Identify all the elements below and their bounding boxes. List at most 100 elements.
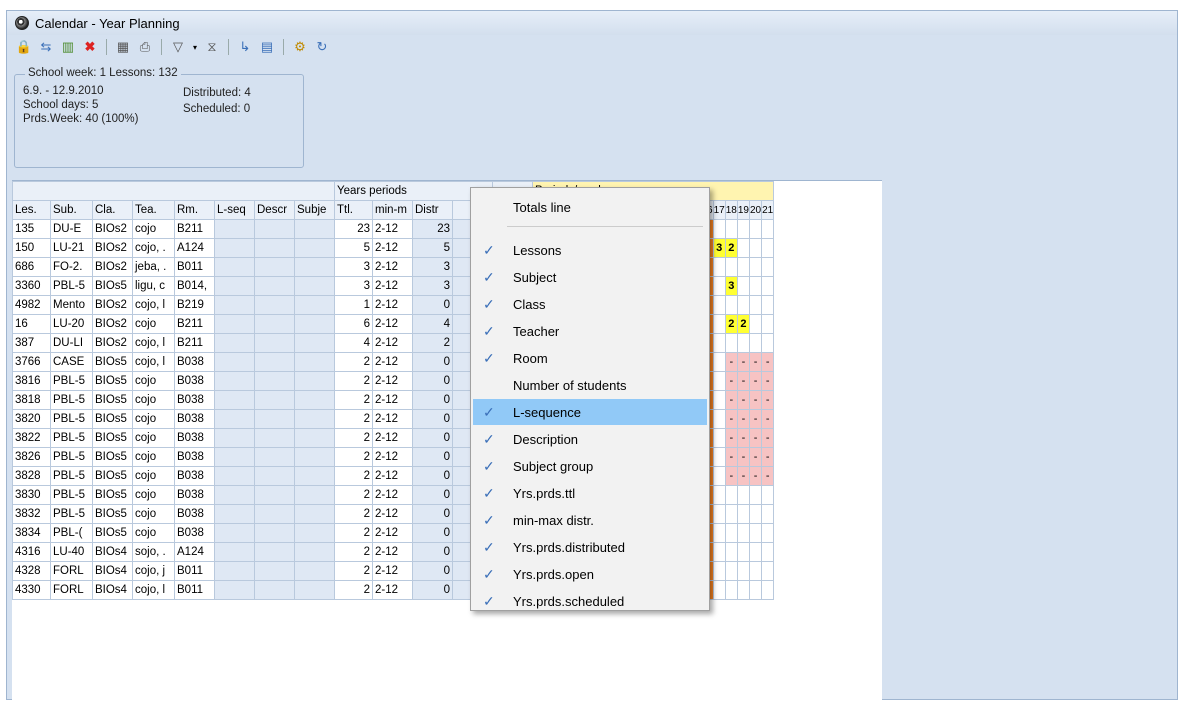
cell-distr[interactable]: 2 <box>412 333 453 353</box>
delete-icon[interactable]: ✖ <box>81 38 99 56</box>
cell-cla[interactable]: BIOs2 <box>92 219 133 239</box>
cell-mm[interactable]: 2-12 <box>372 466 413 486</box>
cell-cla[interactable]: BIOs5 <box>92 504 133 524</box>
cell-cla[interactable]: BIOs2 <box>92 333 133 353</box>
cell-mm[interactable]: 2-12 <box>372 390 413 410</box>
cell-les[interactable]: 4316 <box>12 542 51 562</box>
period-cell-blocked[interactable]: - <box>724 352 738 372</box>
cell-ttl[interactable]: 2 <box>334 580 373 600</box>
cell-mm[interactable]: 2-12 <box>372 333 413 353</box>
cell-les[interactable]: 387 <box>12 333 51 353</box>
cell-tea[interactable]: cojo, l <box>132 580 175 600</box>
period-cell[interactable] <box>724 295 738 315</box>
cell-rm[interactable]: B038 <box>174 523 215 543</box>
period-cell-blocked[interactable]: - <box>748 447 763 467</box>
cell-rm[interactable]: B038 <box>174 447 215 467</box>
report-icon[interactable]: ▤ <box>258 38 276 56</box>
cell-les[interactable]: 3820 <box>12 409 51 429</box>
cell-tea[interactable]: ligu, c <box>132 276 175 296</box>
period-cell-blocked[interactable]: - <box>761 371 775 391</box>
period-cell[interactable] <box>748 523 763 543</box>
cell-empty[interactable] <box>254 390 295 410</box>
period-cell[interactable] <box>712 485 726 505</box>
cell-distr[interactable]: 0 <box>412 542 453 562</box>
period-cell[interactable] <box>761 561 775 581</box>
cell-les[interactable]: 4330 <box>12 580 51 600</box>
period-cell[interactable] <box>712 352 726 372</box>
cell-ttl[interactable]: 2 <box>334 504 373 524</box>
period-cell[interactable] <box>761 295 775 315</box>
cell-empty[interactable] <box>214 485 255 505</box>
period-cell-count[interactable]: 3 <box>724 276 738 296</box>
period-cell-blocked[interactable]: - <box>736 371 751 391</box>
cell-cla[interactable]: BIOs4 <box>92 561 133 581</box>
cell-sub[interactable]: PBL-5 <box>50 504 93 524</box>
period-cell[interactable] <box>736 276 751 296</box>
column-header-lessons[interactable]: Les. <box>12 200 51 220</box>
period-cell[interactable] <box>748 333 763 353</box>
period-cell-blocked[interactable]: - <box>736 466 751 486</box>
cell-sub[interactable]: PBL-5 <box>50 276 93 296</box>
cell-empty[interactable] <box>214 352 255 372</box>
cell-empty[interactable] <box>294 561 335 581</box>
cell-sub[interactable]: PBL-5 <box>50 409 93 429</box>
period-cell-blocked[interactable]: - <box>761 409 775 429</box>
period-cell[interactable] <box>736 333 751 353</box>
cell-les[interactable]: 3360 <box>12 276 51 296</box>
cell-empty[interactable] <box>294 219 335 239</box>
cell-tea[interactable]: cojo, j <box>132 561 175 581</box>
menu-item-teacher[interactable]: ✓ Teacher <box>473 318 707 344</box>
menu-item-lessons[interactable]: ✓ Lessons <box>473 237 707 263</box>
cell-rm[interactable]: B038 <box>174 352 215 372</box>
period-cell[interactable] <box>761 276 775 296</box>
cell-sub[interactable]: DU-LI <box>50 333 93 353</box>
cell-empty[interactable] <box>254 580 295 600</box>
cell-les[interactable]: 135 <box>12 219 51 239</box>
cell-empty[interactable] <box>254 371 295 391</box>
column-header-description[interactable]: Descr <box>254 200 295 220</box>
period-cell[interactable] <box>712 295 726 315</box>
cell-cla[interactable]: BIOs2 <box>92 295 133 315</box>
cell-rm[interactable]: B014, <box>174 276 215 296</box>
cell-les[interactable]: 3822 <box>12 428 51 448</box>
cell-empty[interactable] <box>254 352 295 372</box>
cell-cla[interactable]: BIOs5 <box>92 390 133 410</box>
cell-tea[interactable]: cojo, . <box>132 238 175 258</box>
period-cell[interactable] <box>712 276 726 296</box>
period-cell-blocked[interactable]: - <box>748 371 763 391</box>
period-cell[interactable] <box>748 219 763 239</box>
cell-distr[interactable]: 0 <box>412 409 453 429</box>
cell-mm[interactable]: 2-12 <box>372 409 413 429</box>
cell-empty[interactable] <box>294 409 335 429</box>
cell-empty[interactable] <box>254 333 295 353</box>
cell-empty[interactable] <box>294 542 335 562</box>
period-cell-blocked[interactable]: - <box>748 428 763 448</box>
period-cell[interactable] <box>712 390 726 410</box>
cell-empty[interactable] <box>214 466 255 486</box>
cell-tea[interactable]: cojo <box>132 390 175 410</box>
cell-empty[interactable] <box>214 390 255 410</box>
cell-cla[interactable]: BIOs5 <box>92 523 133 543</box>
period-cell[interactable] <box>748 314 763 334</box>
cell-tea[interactable]: cojo <box>132 219 175 239</box>
period-cell[interactable] <box>724 523 738 543</box>
cell-empty[interactable] <box>214 238 255 258</box>
cell-sub[interactable]: Mento <box>50 295 93 315</box>
cell-rm[interactable]: B011 <box>174 257 215 277</box>
cell-rm[interactable]: B211 <box>174 314 215 334</box>
cell-distr[interactable]: 0 <box>412 580 453 600</box>
cell-cla[interactable]: BIOs5 <box>92 485 133 505</box>
column-header-class[interactable]: Cla. <box>92 200 133 220</box>
cell-mm[interactable]: 2-12 <box>372 542 413 562</box>
cell-cla[interactable]: BIOs5 <box>92 447 133 467</box>
period-cell[interactable] <box>736 504 751 524</box>
cell-empty[interactable] <box>214 295 255 315</box>
cell-ttl[interactable]: 2 <box>334 409 373 429</box>
cell-ttl[interactable]: 2 <box>334 542 373 562</box>
period-cell-blocked[interactable]: - <box>761 428 775 448</box>
cell-mm[interactable]: 2-12 <box>372 257 413 277</box>
cell-rm[interactable]: B038 <box>174 428 215 448</box>
cell-distr[interactable]: 0 <box>412 295 453 315</box>
cell-distr[interactable]: 4 <box>412 314 453 334</box>
period-cell[interactable] <box>712 447 726 467</box>
